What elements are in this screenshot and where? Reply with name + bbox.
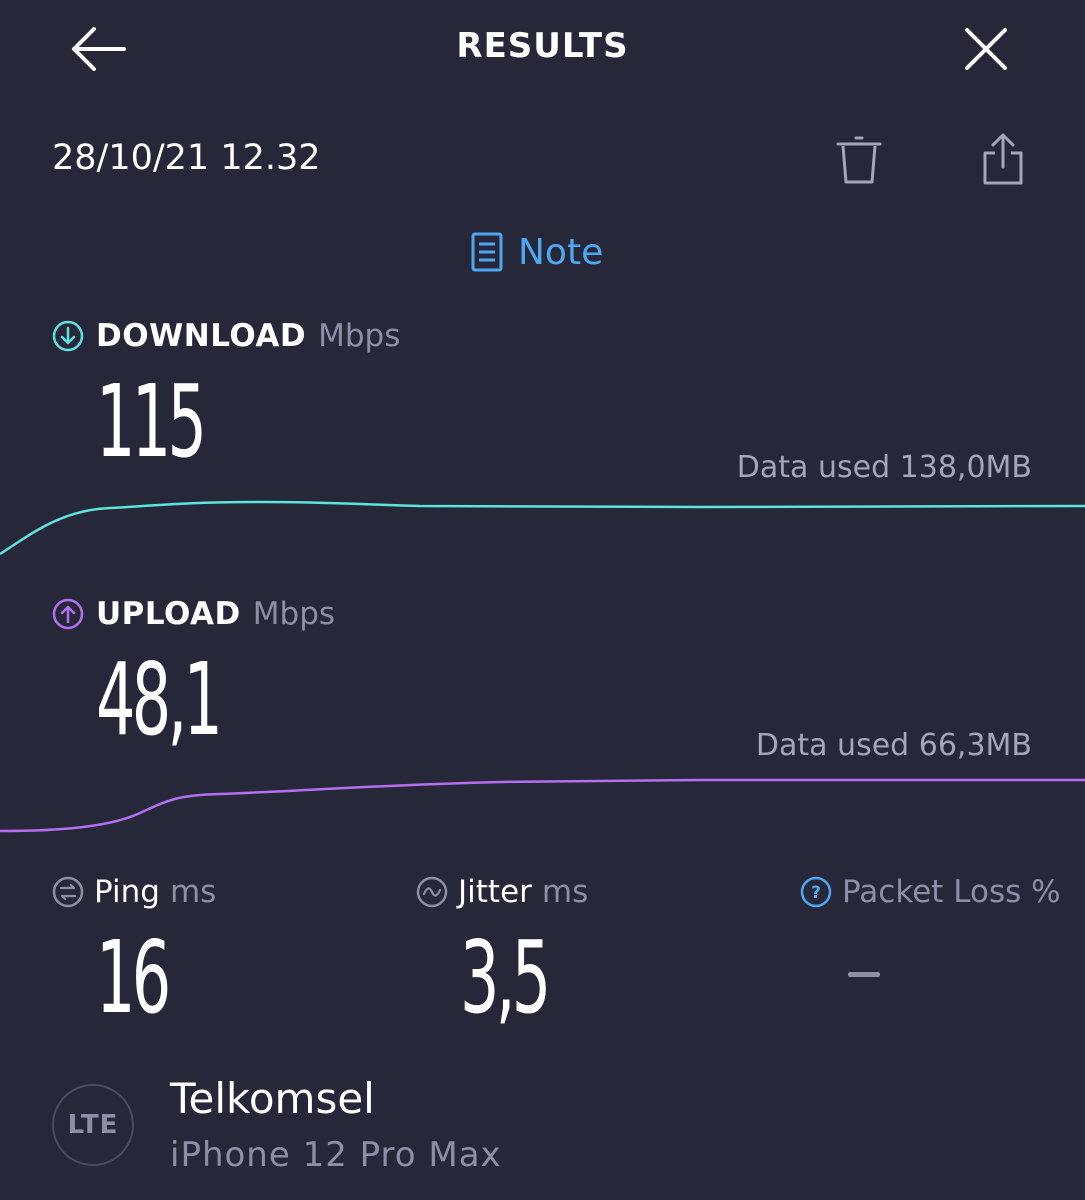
download-graph	[0, 500, 1085, 556]
share-icon	[983, 133, 1023, 185]
download-label: DOWNLOAD	[96, 318, 307, 354]
svg-text:?: ?	[811, 883, 821, 903]
carrier-name: Telkomsel	[170, 1074, 375, 1123]
download-unit: Mbps	[318, 318, 401, 354]
close-icon	[965, 28, 1007, 70]
jitter-icon	[416, 876, 448, 908]
ping-header: Ping ms	[52, 874, 216, 910]
share-button[interactable]	[972, 126, 1034, 192]
packet-loss-label: Packet Loss %	[842, 874, 1061, 910]
note-icon	[471, 232, 503, 272]
download-data-used: Data used 138,0MB	[736, 450, 1032, 485]
download-value: 115	[96, 363, 207, 480]
lte-badge: LTE	[52, 1084, 134, 1166]
upload-label: UPLOAD	[96, 596, 241, 632]
packet-loss-value-text: -	[848, 960, 880, 990]
close-button[interactable]	[950, 18, 1022, 80]
device-name: iPhone 12 Pro Max	[170, 1135, 502, 1175]
upload-data-used: Data used 66,3MB	[755, 728, 1032, 763]
ping-unit: ms	[169, 874, 217, 910]
upload-header: UPLOAD Mbps	[52, 596, 335, 632]
upload-graph	[0, 778, 1085, 833]
delete-button[interactable]	[828, 128, 890, 192]
help-icon[interactable]: ?	[800, 876, 832, 908]
result-timestamp: 28/10/21 12.32	[52, 138, 321, 178]
ping-label: Ping	[94, 874, 160, 910]
jitter-header: Jitter ms	[416, 874, 588, 910]
jitter-unit: ms	[541, 874, 589, 910]
page-title: RESULTS	[456, 26, 629, 66]
packet-loss-header[interactable]: ? Packet Loss %	[800, 874, 1061, 910]
upload-arrow-icon	[52, 598, 84, 630]
note-button[interactable]: Note	[470, 226, 603, 278]
upload-graph-line	[0, 778, 1085, 833]
jitter-value: 3,5	[460, 919, 551, 1036]
download-graph-line	[0, 500, 1085, 556]
download-header: DOWNLOAD Mbps	[52, 318, 400, 354]
jitter-label: Jitter	[458, 874, 532, 910]
upload-unit: Mbps	[252, 596, 336, 632]
download-arrow-icon	[52, 320, 84, 352]
ping-icon	[52, 876, 84, 908]
upload-value: 48,1	[96, 641, 223, 758]
ping-value: 16	[96, 919, 171, 1036]
note-label: Note	[518, 231, 604, 273]
trash-icon	[836, 136, 882, 184]
results-screen: RESULTS 28/10/21 12.32 Note DOWNLOAD Mbp…	[0, 0, 1085, 1200]
